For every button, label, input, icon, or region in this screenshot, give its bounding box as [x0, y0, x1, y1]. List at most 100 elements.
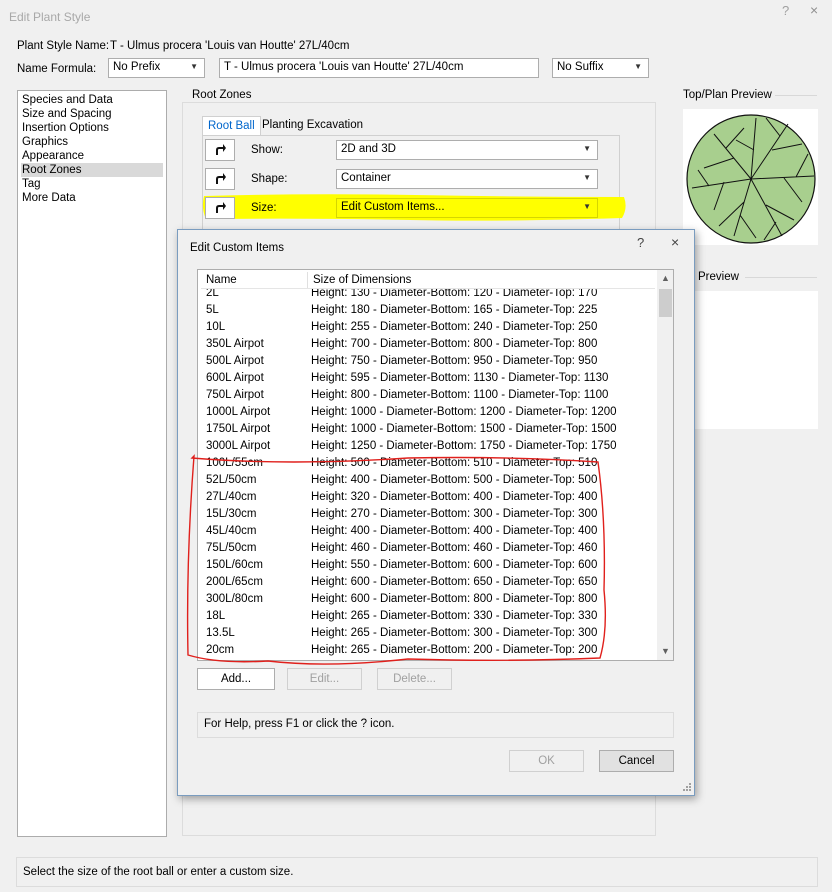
top-plan-preview-title: Top/Plan Preview	[683, 89, 772, 101]
tab-planting-excavation[interactable]: Planting Excavation	[257, 116, 368, 136]
column-header-name[interactable]: Name	[206, 274, 237, 286]
suffix-dropdown[interactable]: No Suffix ▼	[552, 58, 649, 78]
cell-name: 500L Airpot	[206, 355, 264, 367]
edit-custom-items-dialog: Edit Custom Items ? × 2L Height: 130 - Di…	[177, 229, 695, 796]
table-row[interactable]: 750L Airpot Height: 800 - Diameter-Bottom…	[198, 388, 656, 405]
shape-dropdown[interactable]: Container ▼	[336, 169, 598, 189]
size-dropdown[interactable]: Edit Custom Items... ▼	[336, 198, 598, 218]
cell-name: 150L/60cm	[206, 559, 263, 571]
window-title-bar: Edit Plant Style ? ×	[0, 0, 832, 34]
cell-size: Height: 1000 - Diameter-Bottom: 1200 - D…	[311, 406, 617, 418]
cell-name: 45L/40cm	[206, 525, 257, 537]
shape-by-object-button[interactable]	[205, 168, 235, 190]
table-row[interactable]: 500L Airpot Height: 750 - Diameter-Bottom…	[198, 354, 656, 371]
table-row[interactable]: 27L/40cm Height: 320 - Diameter-Bottom: 4…	[198, 490, 656, 507]
cell-size: Height: 1250 - Diameter-Bottom: 1750 - D…	[311, 440, 617, 452]
table-row[interactable]: 13.5L Height: 265 - Diameter-Bottom: 300 …	[198, 626, 656, 643]
redirect-arrow-icon	[216, 202, 226, 213]
cell-size: Height: 255 - Diameter-Bottom: 240 - Dia…	[311, 321, 598, 333]
list-header: Name Size of Dimensions	[201, 271, 655, 289]
table-row[interactable]: 52L/50cm Height: 400 - Diameter-Bottom: 5…	[198, 473, 656, 490]
chevron-down-icon: ▼	[190, 62, 198, 71]
add-button[interactable]: Add...	[197, 668, 275, 690]
cell-size: Height: 400 - Diameter-Bottom: 400 - Dia…	[311, 525, 598, 537]
custom-items-list[interactable]: 2L Height: 130 - Diameter-Bottom: 120 - D…	[197, 269, 674, 661]
category-list[interactable]: Species and Data Size and Spacing Insertio…	[17, 90, 167, 837]
table-row[interactable]: 15L/30cm Height: 270 - Diameter-Bottom: 3…	[198, 507, 656, 524]
name-formula-input[interactable]: T - Ulmus procera 'Louis van Houtte' 27L…	[219, 58, 539, 78]
sidebar-item-appearance[interactable]: Appearance	[21, 149, 163, 163]
help-icon[interactable]: ?	[782, 3, 789, 18]
chevron-down-icon: ▼	[583, 144, 591, 153]
table-row[interactable]: 100L/55cm Height: 500 - Diameter-Bottom: …	[198, 456, 656, 473]
sidebar-item-root-zones[interactable]: Root Zones	[21, 163, 163, 177]
table-row[interactable]: 18L Height: 265 - Diameter-Bottom: 330 - …	[198, 609, 656, 626]
close-icon[interactable]: ×	[671, 234, 679, 250]
scroll-up-icon[interactable]: ▲	[657, 270, 673, 287]
window-title: Edit Plant Style	[9, 10, 91, 24]
table-row[interactable]: 1750L Airpot Height: 1000 - Diameter-Bott…	[198, 422, 656, 439]
cell-name: 52L/50cm	[206, 474, 257, 486]
help-hint-text: For Help, press F1 or click the ? icon.	[204, 718, 395, 730]
sidebar-item-graphics[interactable]: Graphics	[21, 135, 163, 149]
table-row[interactable]: 75L/50cm Height: 460 - Diameter-Bottom: 4…	[198, 541, 656, 558]
shape-label: Shape:	[251, 173, 288, 185]
cell-name: 3000L Airpot	[206, 440, 271, 452]
tab-root-ball[interactable]: Root Ball	[202, 116, 261, 136]
ok-button[interactable]: OK	[509, 750, 584, 772]
column-divider[interactable]	[307, 272, 308, 288]
table-row[interactable]: 1000L Airpot Height: 1000 - Diameter-Bott…	[198, 405, 656, 422]
prefix-dropdown[interactable]: No Prefix ▼	[108, 58, 205, 78]
cell-name: 100L/55cm	[206, 457, 263, 469]
table-row[interactable]: 150L/60cm Height: 550 - Diameter-Bottom: …	[198, 558, 656, 575]
preview-title-rule	[745, 277, 817, 278]
status-bar: Select the size of the root ball or ente…	[16, 857, 818, 887]
show-value: 2D and 3D	[341, 143, 396, 155]
scroll-thumb[interactable]	[659, 289, 672, 317]
table-row[interactable]: 200L/65cm Height: 600 - Diameter-Bottom: …	[198, 575, 656, 592]
close-icon[interactable]: ×	[810, 2, 818, 18]
show-by-object-button[interactable]	[205, 139, 235, 161]
table-row[interactable]: 20cm Height: 265 - Diameter-Bottom: 200 -…	[198, 643, 656, 660]
sidebar-item-size-and-spacing[interactable]: Size and Spacing	[21, 107, 163, 121]
redirect-arrow-icon	[216, 144, 226, 155]
sidebar-item-tag[interactable]: Tag	[21, 177, 163, 191]
chevron-down-icon: ▼	[583, 202, 591, 211]
size-value: Edit Custom Items...	[341, 201, 445, 213]
scroll-down-icon[interactable]: ▼	[657, 643, 673, 660]
sidebar-item-insertion-options[interactable]: Insertion Options	[21, 121, 163, 135]
table-row[interactable]: 45L/40cm Height: 400 - Diameter-Bottom: 4…	[198, 524, 656, 541]
sidebar-item-species-and-data[interactable]: Species and Data	[21, 93, 163, 107]
help-icon[interactable]: ?	[637, 235, 644, 250]
table-row[interactable]: 350L Airpot Height: 700 - Diameter-Bottom…	[198, 337, 656, 354]
sidebar-item-more-data[interactable]: More Data	[21, 191, 163, 205]
column-header-size[interactable]: Size of Dimensions	[313, 274, 411, 286]
size-by-object-button[interactable]	[205, 197, 235, 219]
cell-name: 27L/40cm	[206, 491, 257, 503]
table-row[interactable]: 10L Height: 255 - Diameter-Bottom: 240 - …	[198, 320, 656, 337]
cell-size: Height: 320 - Diameter-Bottom: 400 - Dia…	[311, 491, 598, 503]
plant-style-name-label: Plant Style Name:	[17, 40, 110, 52]
cancel-button[interactable]: Cancel	[599, 750, 674, 772]
cell-name: 300L/80cm	[206, 593, 263, 605]
plant-style-name-value: T - Ulmus procera 'Louis van Houtte' 27L…	[110, 40, 350, 52]
cell-size: Height: 265 - Diameter-Bottom: 300 - Dia…	[311, 627, 598, 639]
cell-name: 1000L Airpot	[206, 406, 271, 418]
cell-name: 20cm	[206, 644, 235, 656]
table-row[interactable]: 600L Airpot Height: 595 - Diameter-Bottom…	[198, 371, 656, 388]
preview-title: Preview	[698, 271, 739, 283]
cell-size: Height: 265 - Diameter-Bottom: 200 - Dia…	[311, 644, 598, 656]
table-row[interactable]: 5L Height: 180 - Diameter-Bottom: 165 - D…	[198, 303, 656, 320]
resize-grip-icon[interactable]	[683, 783, 692, 792]
cell-name: 200L/65cm	[206, 576, 263, 588]
cell-name: 75L/50cm	[206, 542, 257, 554]
table-row[interactable]: 300L/80cm Height: 600 - Diameter-Bottom: …	[198, 592, 656, 609]
table-row[interactable]: 3000L Airpot Height: 1250 - Diameter-Bott…	[198, 439, 656, 456]
delete-button[interactable]: Delete...	[377, 668, 452, 690]
help-hint-box: For Help, press F1 or click the ? icon.	[197, 712, 674, 738]
status-text: Select the size of the root ball or ente…	[23, 866, 294, 878]
edit-button[interactable]: Edit...	[287, 668, 362, 690]
show-dropdown[interactable]: 2D and 3D ▼	[336, 140, 598, 160]
chevron-down-icon: ▼	[583, 173, 591, 182]
vertical-scrollbar[interactable]: ▲ ▼	[657, 270, 673, 660]
